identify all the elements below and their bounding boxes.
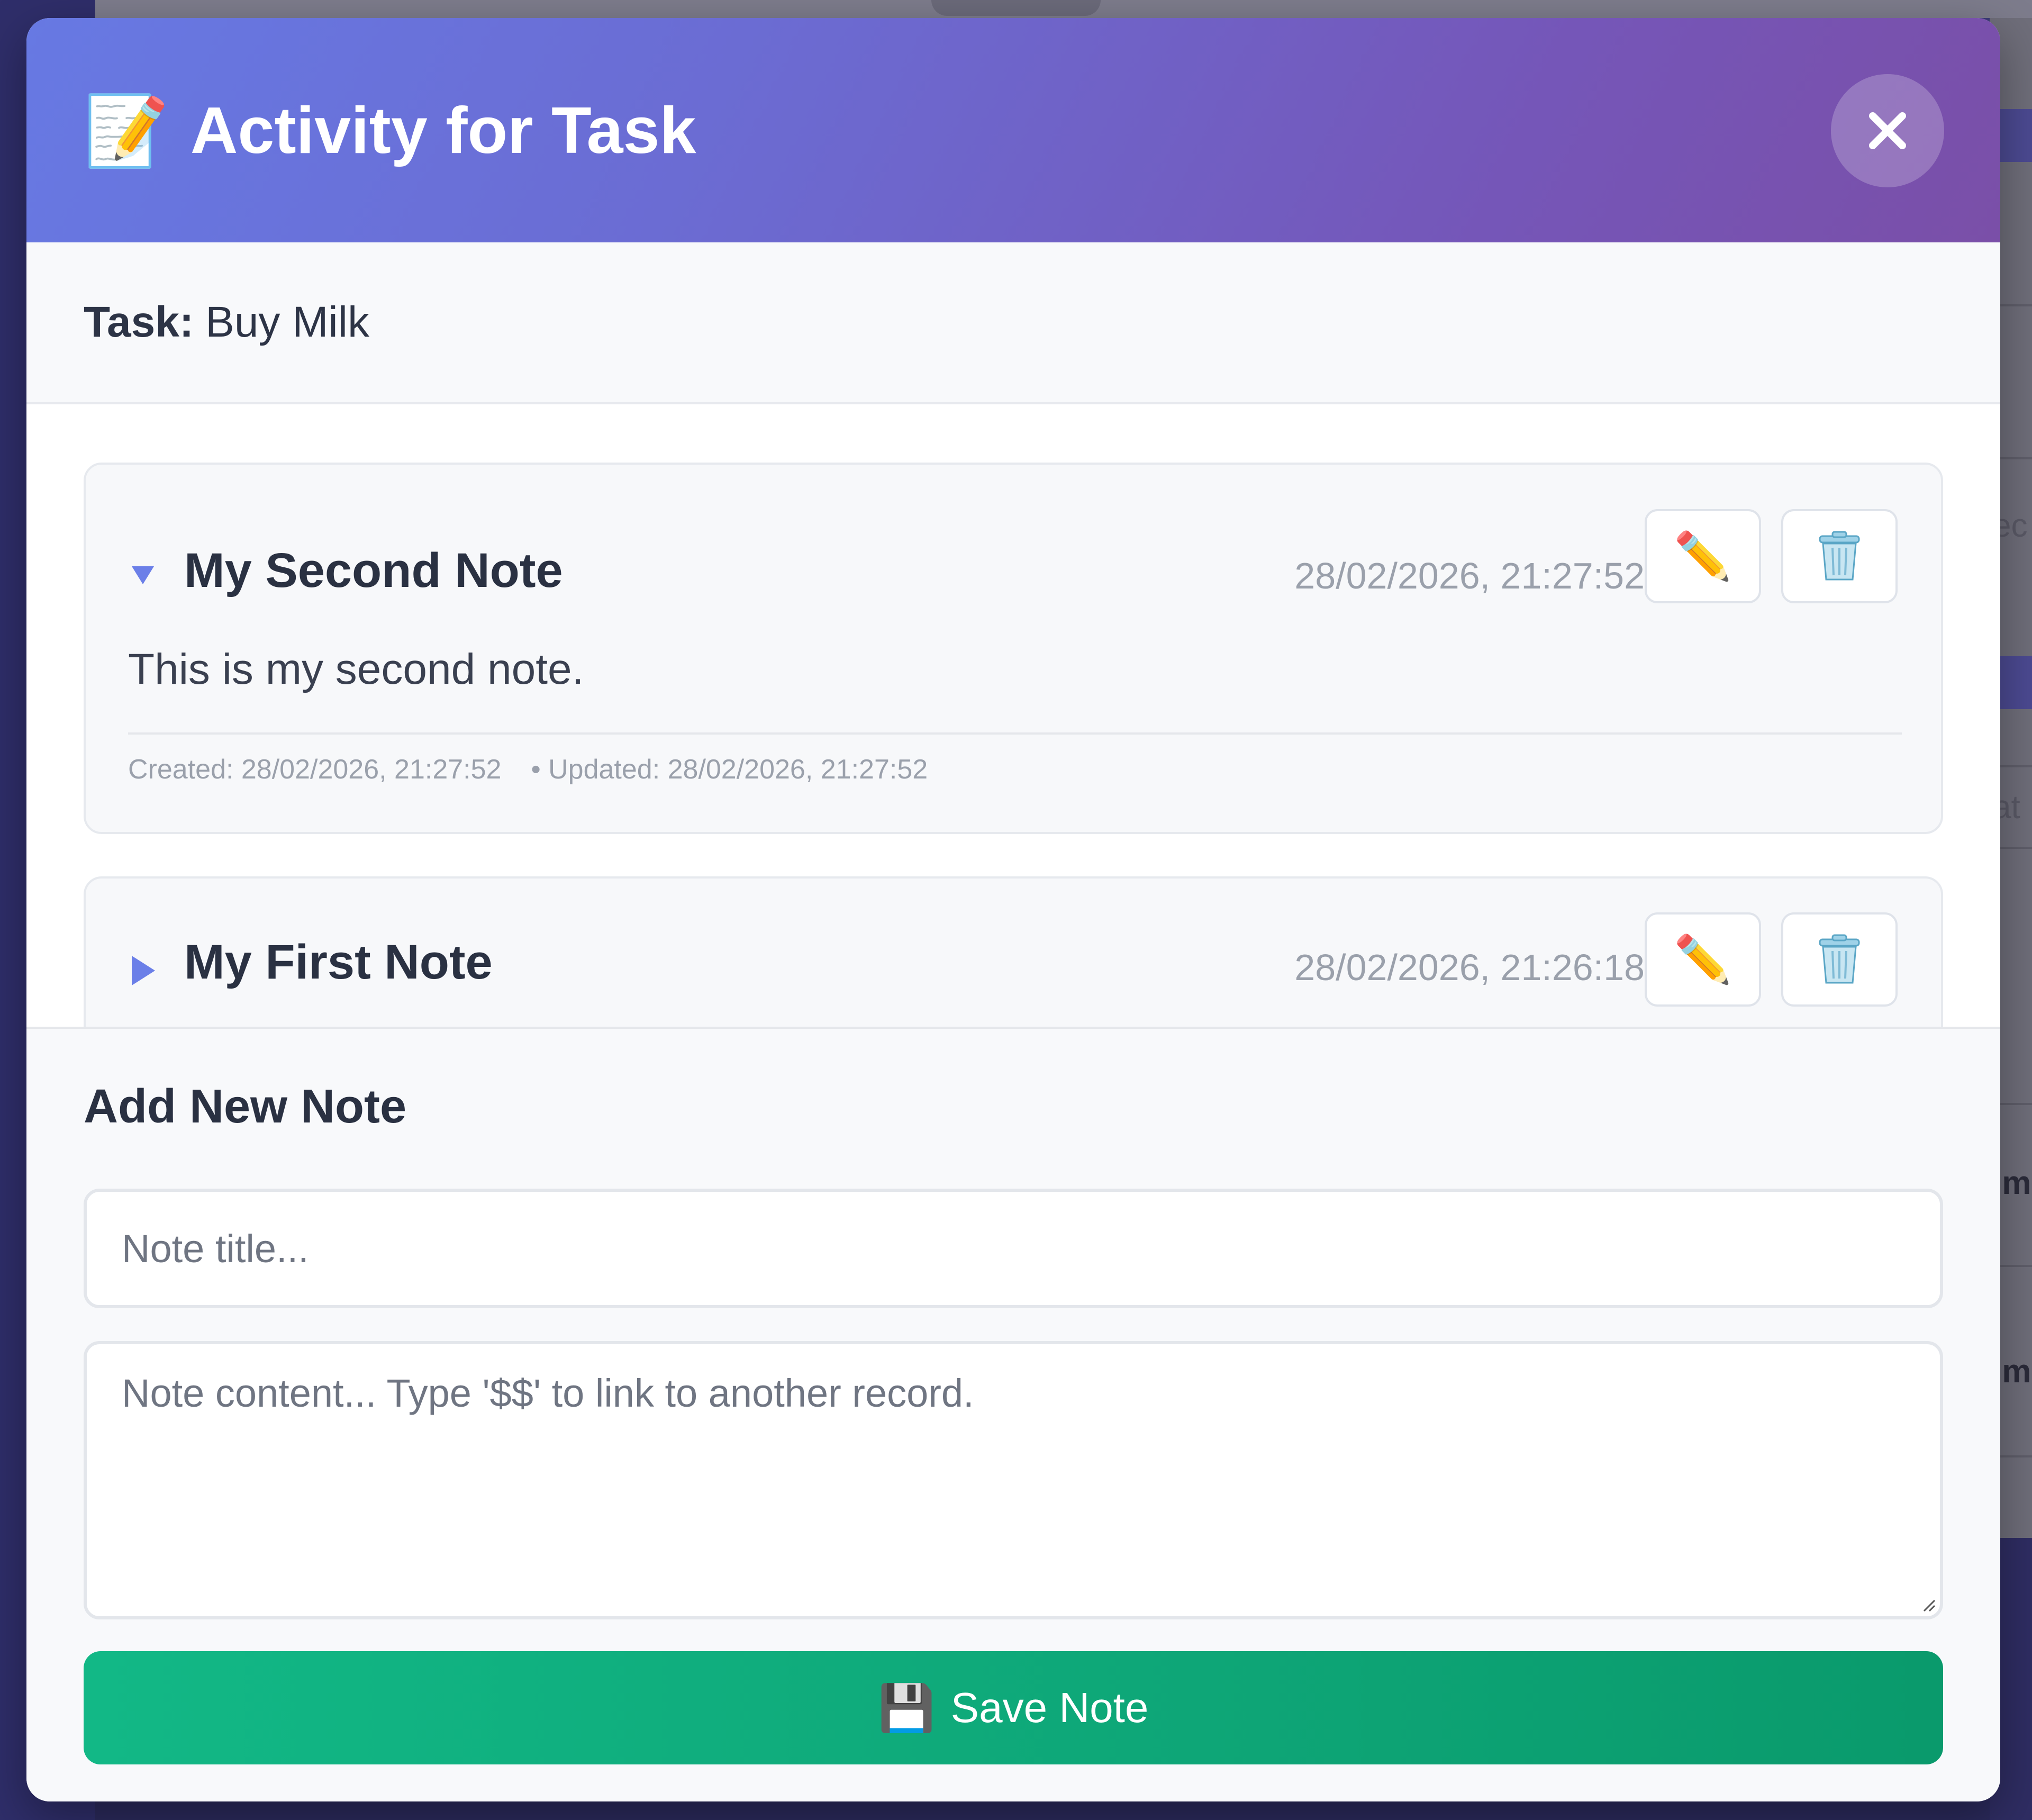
collapse-toggle-icon[interactable] xyxy=(127,559,159,591)
note-header[interactable]: My Second Note 28/02/2026, 21:27:52 ✏️ xyxy=(86,465,1941,645)
memo-icon: 📝 xyxy=(84,92,169,169)
delete-note-button[interactable] xyxy=(1781,509,1898,603)
expand-toggle-icon[interactable] xyxy=(127,955,159,986)
note-content: This is my second note. xyxy=(128,645,584,693)
save-note-label: Save Note xyxy=(950,1684,1149,1731)
edit-note-button[interactable]: ✏️ xyxy=(1645,912,1761,1007)
edit-note-button[interactable]: ✏️ xyxy=(1645,509,1761,603)
note-title-input[interactable] xyxy=(84,1189,1943,1308)
modal-title: 📝 Activity for Task xyxy=(84,91,696,170)
trash-icon xyxy=(1819,531,1860,581)
add-note-heading: Add New Note xyxy=(84,1080,407,1133)
task-name: Buy Milk xyxy=(205,298,369,346)
note-title: My Second Note xyxy=(184,544,563,597)
pencil-icon: ✏️ xyxy=(1674,932,1732,985)
note-header[interactable]: My First Note 28/02/2026, 21:26:18 ✏️ xyxy=(86,879,1941,1027)
pencil-icon: ✏️ xyxy=(1674,529,1732,582)
add-note-section: Add New Note 💾 Save Note xyxy=(26,1027,2000,1801)
delete-note-button[interactable] xyxy=(1781,912,1898,1007)
activity-modal: 📝 Activity for Task Task: Buy Milk My Se… xyxy=(26,18,2000,1801)
modal-header: 📝 Activity for Task xyxy=(26,18,2000,242)
note-divider xyxy=(128,732,1902,735)
trash-icon xyxy=(1819,934,1860,984)
background-topbar xyxy=(95,0,2032,18)
note-meta: Created: 28/02/2026, 21:27:52 • Updated:… xyxy=(128,754,928,785)
close-button[interactable] xyxy=(1831,74,1944,187)
note-content-textarea[interactable] xyxy=(84,1341,1943,1619)
floppy-disk-icon: 💾 xyxy=(878,1682,935,1734)
task-label: Task: xyxy=(84,298,194,346)
note-title: My First Note xyxy=(184,935,493,989)
modal-title-text: Activity for Task xyxy=(190,94,696,167)
note-updated: • Updated: 28/02/2026, 21:27:52 xyxy=(531,754,928,785)
resize-handle-icon[interactable] xyxy=(1921,1597,1937,1613)
note-timestamp: 28/02/2026, 21:27:52 xyxy=(1294,555,1645,596)
note-card: My First Note 28/02/2026, 21:26:18 ✏️ xyxy=(84,876,1943,1027)
notes-list[interactable]: My Second Note 28/02/2026, 21:27:52 ✏️ T… xyxy=(26,404,2000,1027)
save-note-button[interactable]: 💾 Save Note xyxy=(84,1651,1943,1764)
note-timestamp: 28/02/2026, 21:26:18 xyxy=(1294,947,1645,988)
note-created: Created: 28/02/2026, 21:27:52 xyxy=(128,754,502,785)
note-card: My Second Note 28/02/2026, 21:27:52 ✏️ T… xyxy=(84,463,1943,834)
close-icon xyxy=(1869,112,1906,149)
task-info: Task: Buy Milk xyxy=(26,242,2000,404)
